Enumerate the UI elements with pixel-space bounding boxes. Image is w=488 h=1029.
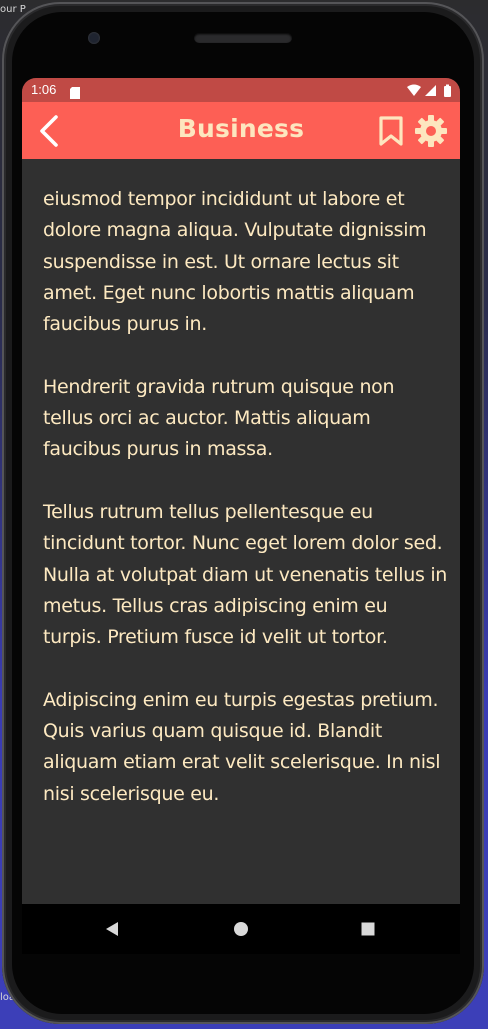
nav-back-button[interactable] xyxy=(104,921,120,937)
app-bar: Business xyxy=(22,102,460,159)
article-paragraph: Hendrerit gravida rutrum quisque non tel… xyxy=(43,375,395,461)
device-screen: 1:06 Business eiusmod tempor incididunt … xyxy=(22,78,460,954)
bookmark-button[interactable] xyxy=(378,115,404,147)
earpiece-speaker xyxy=(194,33,292,43)
front-camera xyxy=(88,32,100,44)
article-paragraph: Tellus rutrum tellus pellentesque eu tin… xyxy=(43,500,448,649)
system-nav-bar xyxy=(22,904,460,954)
article-body: eiusmod tempor incididunt ut labore et d… xyxy=(43,184,448,841)
background-window-text: our P xyxy=(0,4,26,15)
sd-card-icon xyxy=(70,84,80,99)
article-content[interactable]: eiusmod tempor incididunt ut labore et d… xyxy=(22,159,460,904)
nav-recents-button[interactable] xyxy=(360,921,376,937)
status-bar: 1:06 xyxy=(22,78,460,102)
status-time: 1:06 xyxy=(31,82,57,97)
settings-button[interactable] xyxy=(414,114,448,148)
article-paragraph: Adipiscing enim eu turpis egestas pretiu… xyxy=(43,688,441,805)
circle-home-icon xyxy=(234,922,248,936)
article-paragraph: eiusmod tempor incididunt ut labore et d… xyxy=(43,188,427,336)
square-recents-icon xyxy=(361,922,375,936)
battery-icon xyxy=(444,84,451,97)
gear-icon xyxy=(415,115,447,147)
nav-home-button[interactable] xyxy=(233,921,249,937)
signal-icon xyxy=(425,85,436,96)
wifi-icon xyxy=(407,84,421,96)
triangle-back-icon xyxy=(106,922,118,936)
bookmark-outline-icon xyxy=(379,116,403,146)
status-icons xyxy=(406,83,456,97)
